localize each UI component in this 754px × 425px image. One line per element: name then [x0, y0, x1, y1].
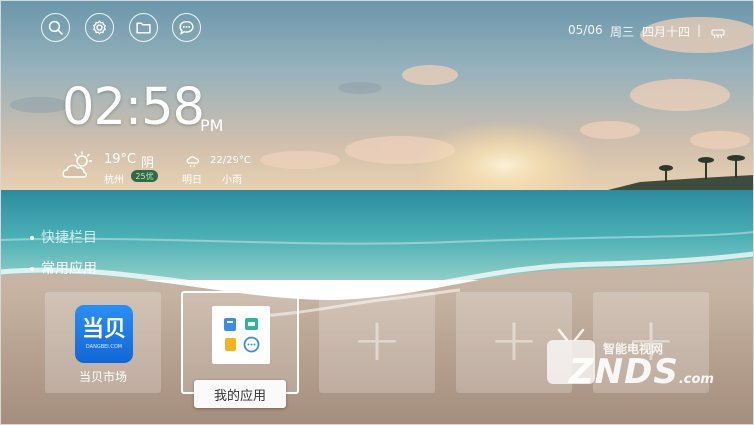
tomorrow-label: 明日 — [182, 175, 202, 186]
search-button[interactable] — [41, 13, 70, 42]
today-condition: 阴 — [141, 156, 155, 171]
section-quick-access[interactable]: 快捷栏目 — [30, 227, 97, 247]
section-quick-label: 快捷栏目 — [41, 230, 97, 246]
section-common-apps[interactable]: 常用应用 — [30, 258, 97, 278]
date-text: 05/06 — [568, 23, 603, 37]
lunar-date-text: 四月十四 — [642, 25, 691, 39]
network-icon[interactable] — [711, 24, 725, 38]
folder-icon — [136, 22, 151, 34]
app-label: 当贝市场 — [78, 370, 127, 384]
watermark-main: ZNDS — [569, 352, 679, 392]
rain-icon — [185, 153, 201, 168]
search-icon — [48, 20, 63, 35]
dangbei-logo-text: 当贝 — [81, 317, 126, 342]
add-app-slot[interactable]: + — [319, 292, 435, 393]
znds-watermark: 智能电视网 ZNDS.com — [543, 328, 733, 398]
today-temperature: 19°C — [104, 152, 137, 167]
app-tile-my-apps[interactable] — [181, 291, 299, 394]
plus-icon: + — [351, 305, 403, 375]
aqi-badge: 25优 — [131, 170, 158, 182]
partly-cloudy-icon — [60, 150, 98, 180]
bullet-dot — [30, 267, 34, 271]
tomorrow-temperature-range: 22/29°C — [210, 155, 251, 166]
bullet-dot — [30, 236, 34, 240]
watermark-suffix: .com — [678, 372, 714, 387]
focused-app-tooltip: 我的应用 — [194, 380, 286, 408]
date-separator: | — [697, 23, 702, 37]
clock-time: 02:58 — [62, 78, 205, 137]
tomorrow-condition: 小雨 — [222, 175, 242, 186]
my-apps-grid-icon — [212, 306, 270, 364]
files-button[interactable] — [129, 13, 158, 42]
dangbei-logo-subtext: DANGBEI.COM — [85, 344, 123, 350]
weekday-text: 周三 — [610, 25, 635, 39]
city-name: 杭州 — [104, 175, 124, 186]
clock-ampm: PM — [200, 116, 224, 135]
dangbei-market-logo: 当贝 DANGBEI.COM — [75, 305, 133, 363]
app-tile-dangbei-market[interactable]: 当贝 DANGBEI.COM 当贝市场 — [45, 292, 161, 393]
chat-icon — [179, 20, 194, 35]
settings-button[interactable] — [85, 13, 114, 42]
messages-button[interactable] — [172, 13, 201, 42]
gear-icon — [93, 20, 106, 35]
section-common-label: 常用应用 — [41, 261, 97, 277]
